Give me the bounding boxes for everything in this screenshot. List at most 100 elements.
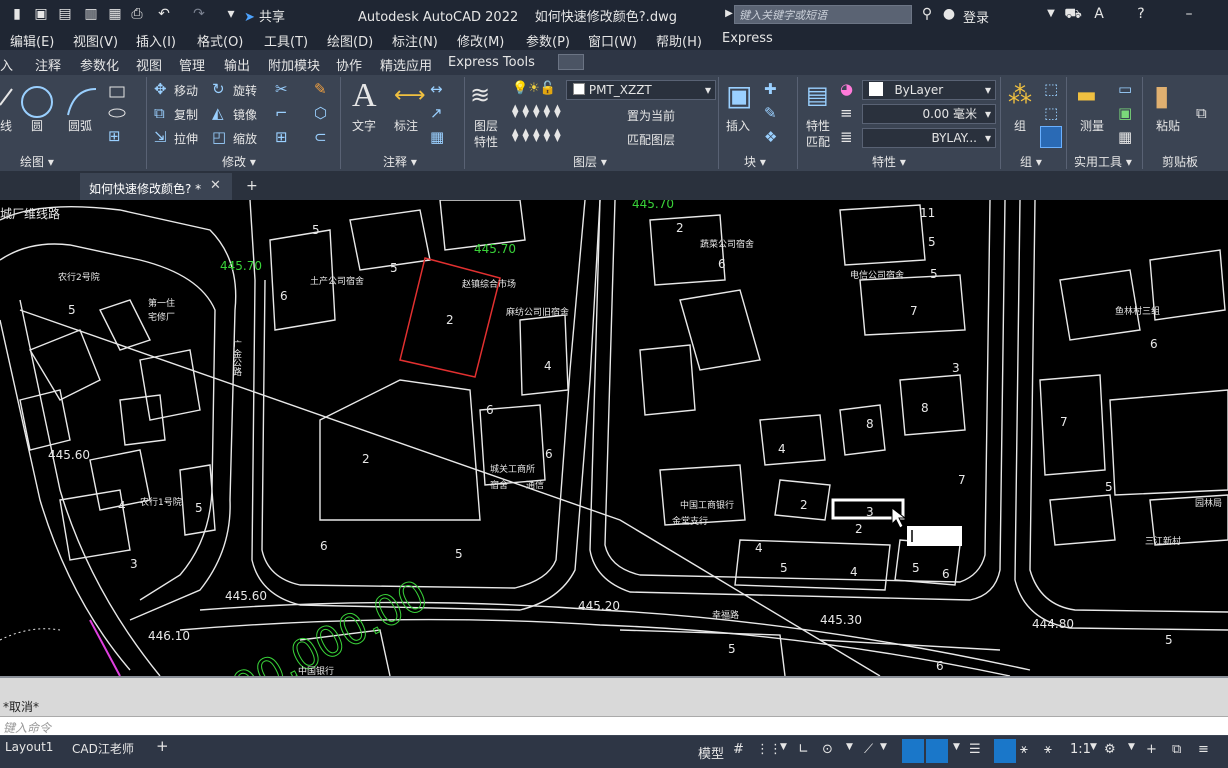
tab-collaborate[interactable]: 协作 xyxy=(336,55,362,74)
linetype-dropdown[interactable]: BYLAY... ▾ xyxy=(862,128,996,148)
tab-view[interactable]: 视图 xyxy=(136,55,162,74)
insert-button[interactable]: 插入 xyxy=(726,117,750,134)
explode-icon[interactable]: ⬡ xyxy=(314,104,327,122)
match-layer-button[interactable]: 匹配图层 xyxy=(627,131,675,148)
plot-preview-icon[interactable]: ▦ xyxy=(106,5,124,23)
search-input[interactable]: 键入关键字或短语 xyxy=(734,5,912,24)
help-icon[interactable]: ? xyxy=(1132,5,1150,23)
util1-icon[interactable]: ▭ xyxy=(1118,80,1132,98)
arc-label[interactable]: 圆弧 xyxy=(68,117,92,134)
chevron-down-icon[interactable]: ▼ xyxy=(1042,5,1060,23)
scale-button[interactable]: 缩放 xyxy=(233,130,257,147)
panel-title-clipboard[interactable]: 剪贴板 xyxy=(1162,153,1198,170)
menu-modify[interactable]: 修改(M) xyxy=(457,31,504,50)
menu-parametric[interactable]: 参数(P) xyxy=(526,31,570,50)
menu-insert[interactable]: 插入(I) xyxy=(136,31,176,50)
attribute-icon[interactable]: ❖ xyxy=(764,128,777,146)
chevron-down-icon[interactable]: ▼ xyxy=(953,742,960,752)
create-block-icon[interactable]: ✚ xyxy=(764,80,777,98)
rotate-button[interactable]: 旋转 xyxy=(233,82,257,99)
move-button[interactable]: 移动 xyxy=(174,82,198,99)
customize-icon[interactable]: ≡ xyxy=(1198,742,1209,757)
copy-button[interactable]: 复制 xyxy=(174,106,198,123)
calculator-icon[interactable]: ▦ xyxy=(1118,128,1132,146)
mirror-button[interactable]: 镜像 xyxy=(233,106,257,123)
layer-dropdown[interactable]: PMT_XZZT ▾ xyxy=(566,80,716,100)
fillet-icon[interactable]: ⌐ xyxy=(275,104,288,122)
search-icon[interactable]: ⚲ xyxy=(918,5,936,23)
customize-qa-icon[interactable]: ▾ xyxy=(222,5,240,23)
object-snap-icon[interactable] xyxy=(926,739,948,763)
document-tab[interactable]: 如何快速修改颜色? * ✕ xyxy=(80,173,232,200)
group-button[interactable]: 组 xyxy=(1014,117,1026,134)
chevron-down-icon[interactable]: ▼ xyxy=(1090,742,1097,752)
panel-title-layers[interactable]: 图层 ▾ xyxy=(573,153,607,170)
panel-title-utilities[interactable]: 实用工具 ▾ xyxy=(1074,153,1132,170)
workspace-gear-icon[interactable]: ⚙ xyxy=(1104,742,1116,757)
leader-icon[interactable]: ↗ xyxy=(430,104,443,122)
annotation-visibility-icon[interactable] xyxy=(994,739,1016,763)
layer-properties-line2[interactable]: 特性 xyxy=(474,133,498,150)
panel-title-groups[interactable]: 组 ▾ xyxy=(1020,153,1042,170)
set-current-button[interactable]: 置为当前 xyxy=(627,107,675,124)
panel-title-modify[interactable]: 修改 ▾ xyxy=(222,153,256,170)
panel-title-annotation[interactable]: 注释 ▾ xyxy=(383,153,417,170)
tab-express-tools[interactable]: Express Tools xyxy=(448,55,535,70)
new-tab-icon[interactable]: + xyxy=(246,178,258,194)
panel-title-draw[interactable]: 绘图 ▾ xyxy=(20,153,54,170)
isolate-objects-icon[interactable]: ⧉ xyxy=(1172,742,1181,757)
match-properties-line1[interactable]: 特性 xyxy=(806,117,830,134)
dimension-button[interactable]: 标注 xyxy=(394,117,418,134)
annotation-scale-icon[interactable]: ⚹ xyxy=(1044,742,1052,757)
layout-tab-layout1[interactable]: Layout1 xyxy=(5,740,53,754)
chevron-down-icon[interactable]: ▼ xyxy=(1128,742,1135,752)
snap-icon[interactable]: ⋮⋮ xyxy=(756,742,782,757)
redo-icon[interactable]: ↷ xyxy=(190,5,208,23)
model-space-button[interactable]: 模型 xyxy=(698,743,724,762)
object-snap-tracking-icon[interactable] xyxy=(902,739,924,763)
add-layout-icon[interactable]: + xyxy=(156,737,169,755)
hatch-icon[interactable]: ⊞ xyxy=(108,127,121,145)
line-label[interactable]: 线 xyxy=(0,117,12,134)
autodesk-a360-icon[interactable]: A xyxy=(1090,5,1108,23)
tab-manage[interactable]: 管理 xyxy=(179,55,205,74)
panel-title-properties[interactable]: 特性 ▾ xyxy=(872,153,906,170)
menu-dimension[interactable]: 标注(N) xyxy=(392,31,438,50)
polar-icon[interactable]: ⊙ xyxy=(822,742,833,757)
grid-icon[interactable]: # xyxy=(733,742,744,757)
color-dropdown[interactable]: ByLayer ▾ xyxy=(862,80,996,100)
layer-tools-row1-icons[interactable]: ⧫ ⧫ ⧫ ⧫ ⧫ xyxy=(512,104,561,119)
dynamic-input-box[interactable] xyxy=(907,526,962,546)
array-icon[interactable]: ⊞ xyxy=(275,128,288,146)
login-button[interactable]: 登录 xyxy=(963,7,989,26)
annotation-scale-value[interactable]: 1:1 xyxy=(1070,742,1091,757)
menu-tools[interactable]: 工具(T) xyxy=(264,31,308,50)
ortho-icon[interactable]: ∟ xyxy=(798,742,809,757)
lineweight-dropdown[interactable]: 0.00 毫米 ▾ xyxy=(862,104,996,124)
menu-format[interactable]: 格式(O) xyxy=(197,31,243,50)
measure-button[interactable]: 测量 xyxy=(1080,117,1104,134)
drawing-canvas[interactable]: 1000.000.00 445.70 445.70 445.70 445.60 … xyxy=(0,200,1228,676)
save-as-icon[interactable]: ▤ xyxy=(56,5,74,23)
autoscale-icon[interactable]: ⚹ xyxy=(1020,742,1028,757)
tab-featured-apps[interactable]: 精选应用 xyxy=(380,55,432,74)
layer-tools-row2-icons[interactable]: ⧫ ⧫ ⧫ ⧫ ⧫ xyxy=(512,128,561,143)
lineweight-display-icon[interactable]: ☰ xyxy=(969,742,981,757)
tab-annotate[interactable]: 注释 xyxy=(35,55,61,74)
cart-icon[interactable]: ⛟ xyxy=(1064,5,1082,23)
save-icon[interactable]: ▣ xyxy=(32,5,50,23)
layout-tab-teacher[interactable]: CAD江老师 xyxy=(72,740,134,757)
isodraft-icon[interactable]: ⟋ xyxy=(864,742,873,757)
command-line-input[interactable]: 键入命令 xyxy=(0,716,1228,735)
offset-icon[interactable]: ⊂ xyxy=(314,128,327,146)
chevron-down-icon[interactable]: ▼ xyxy=(780,742,787,752)
chevron-down-icon[interactable]: ▼ xyxy=(846,742,853,752)
menu-edit[interactable]: 编辑(E) xyxy=(10,31,54,50)
tab-addins[interactable]: 附加模块 xyxy=(268,55,320,74)
undo-icon[interactable]: ↶ xyxy=(155,5,173,23)
match-properties-line2[interactable]: 匹配 xyxy=(806,133,830,150)
menu-help[interactable]: 帮助(H) xyxy=(656,31,702,50)
table-icon[interactable]: ▦ xyxy=(430,128,444,146)
text-button[interactable]: 文字 xyxy=(352,117,376,134)
tab-parametric[interactable]: 参数化 xyxy=(80,55,119,74)
